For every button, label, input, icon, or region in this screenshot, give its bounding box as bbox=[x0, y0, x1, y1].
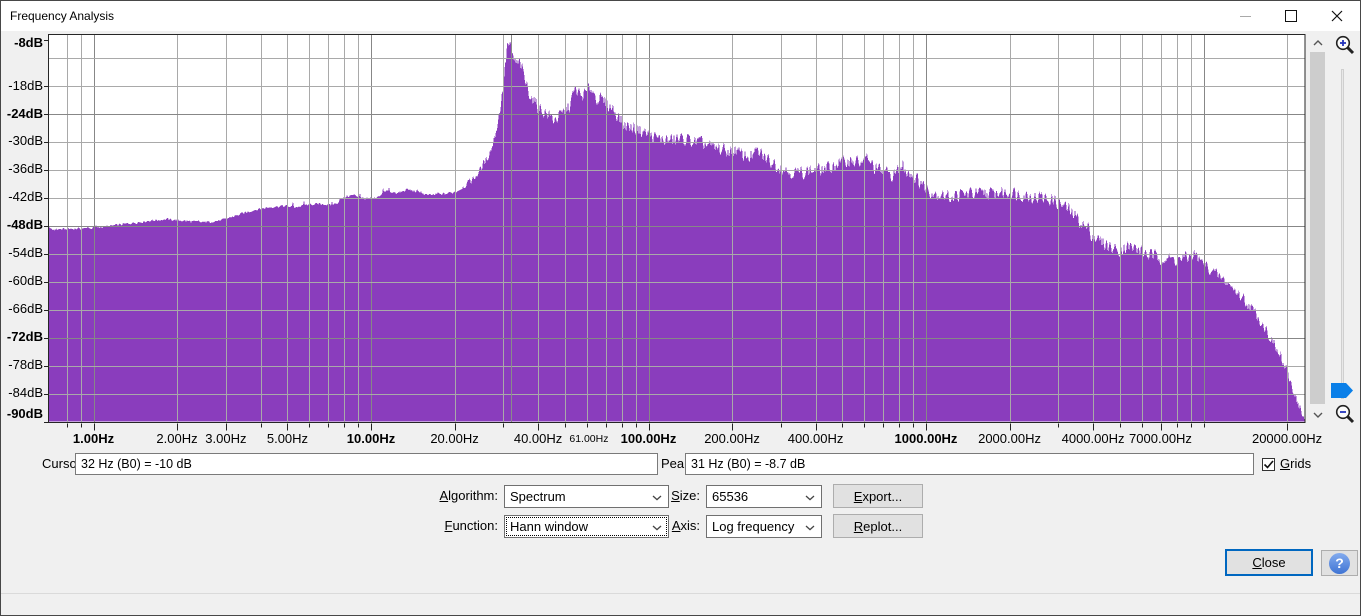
export-button[interactable]: Export... bbox=[833, 484, 923, 508]
y-axis-label: -30dB bbox=[8, 133, 43, 149]
x-axis-label: 4000.00Hz bbox=[1061, 431, 1125, 446]
size-value: 65536 bbox=[712, 489, 749, 504]
x-axis-label: 10.00Hz bbox=[346, 431, 396, 446]
algorithm-label: Algorithm: bbox=[439, 488, 498, 503]
x-axis-label: 3.00Hz bbox=[205, 431, 247, 446]
function-label: Function: bbox=[444, 518, 499, 533]
cursor-value-box[interactable]: 32 Hz (B0) = -10 dB bbox=[75, 453, 658, 475]
y-axis-label: -90dB bbox=[6, 406, 43, 421]
chevron-down-icon bbox=[652, 525, 662, 531]
y-axis-label: -84dB bbox=[8, 385, 43, 401]
axis-select[interactable]: Log frequency bbox=[706, 515, 822, 538]
zoom-in-icon bbox=[1335, 35, 1355, 55]
replot-button[interactable]: Replot... bbox=[833, 514, 923, 538]
chevron-down-icon bbox=[1313, 412, 1322, 418]
x-axis-label: 100.00Hz bbox=[620, 431, 677, 446]
x-axis-label: 5.00Hz bbox=[266, 431, 309, 446]
spectrum-plot-area[interactable] bbox=[49, 35, 1306, 422]
y-axis-label: -78dB bbox=[8, 357, 43, 373]
peak-value-box[interactable]: 31 Hz (B0) = -8.7 dB bbox=[685, 453, 1254, 475]
y-axis-label: -36dB bbox=[8, 161, 43, 177]
x-axis-label: 400.00Hz bbox=[787, 431, 844, 446]
close-button[interactable]: Close bbox=[1225, 549, 1313, 576]
y-axis-label: -24dB bbox=[6, 105, 43, 121]
axis-label: Axis: bbox=[671, 518, 700, 533]
x-axis-label: 20000.00Hz bbox=[1251, 431, 1323, 446]
x-axis-label: 7000.00Hz bbox=[1129, 431, 1192, 446]
y-axis-label: -42dB bbox=[8, 189, 43, 205]
x-axis-label: 61.00Hz bbox=[569, 433, 609, 445]
help-button[interactable]: ? bbox=[1321, 550, 1358, 576]
y-axis-label: -66dB bbox=[8, 301, 43, 317]
chevron-down-icon bbox=[805, 495, 815, 501]
function-select[interactable]: Hann window bbox=[504, 515, 669, 538]
bottom-divider bbox=[1, 593, 1360, 594]
algorithm-value: Spectrum bbox=[510, 489, 566, 504]
y-axis-label: -8dB bbox=[14, 35, 43, 50]
axis-value: Log frequency bbox=[712, 519, 795, 534]
y-axis-label: -54dB bbox=[8, 245, 43, 261]
x-axis-label: 2.00Hz bbox=[156, 431, 198, 446]
y-axis-label: -60dB bbox=[8, 273, 43, 289]
function-value: Hann window bbox=[510, 519, 589, 534]
x-axis-label: 20.00Hz bbox=[430, 431, 479, 446]
algorithm-select[interactable]: Spectrum bbox=[504, 485, 669, 508]
zoom-slider-track[interactable] bbox=[1341, 69, 1344, 399]
zoom-out-icon bbox=[1335, 404, 1355, 424]
scroll-thumb[interactable] bbox=[1310, 52, 1325, 404]
size-select[interactable]: 65536 bbox=[706, 485, 822, 508]
size-label: Size: bbox=[671, 488, 700, 503]
y-axis-label: -18dB bbox=[8, 77, 43, 93]
zoom-slider-thumb[interactable] bbox=[1331, 383, 1354, 398]
chevron-down-icon bbox=[805, 525, 815, 531]
checkmark-icon bbox=[1263, 460, 1274, 469]
x-axis-label: 200.00Hz bbox=[704, 431, 760, 446]
vertical-scrollbar[interactable] bbox=[1309, 34, 1326, 423]
help-icon: ? bbox=[1329, 552, 1350, 574]
chevron-down-icon bbox=[652, 495, 662, 501]
y-axis-label: -72dB bbox=[6, 329, 43, 345]
x-axis-label: 40.00Hz bbox=[513, 431, 563, 446]
y-axis-label: -48dB bbox=[6, 217, 43, 233]
grids-checkbox[interactable] bbox=[1262, 458, 1275, 471]
scroll-down-button[interactable] bbox=[1309, 406, 1326, 423]
chevron-up-icon bbox=[1313, 39, 1322, 45]
x-axis-label: 1.00Hz bbox=[72, 431, 115, 446]
scroll-up-button[interactable] bbox=[1309, 34, 1326, 51]
grids-checkbox-label[interactable]: Grids bbox=[1280, 453, 1311, 475]
frequency-analysis-window: Frequency Analysis -8dB -18dB -24dB -30dB -3… bbox=[0, 0, 1361, 616]
x-axis-label: 1000.00Hz bbox=[894, 431, 958, 446]
x-axis-label: 2000.00Hz bbox=[978, 431, 1041, 446]
